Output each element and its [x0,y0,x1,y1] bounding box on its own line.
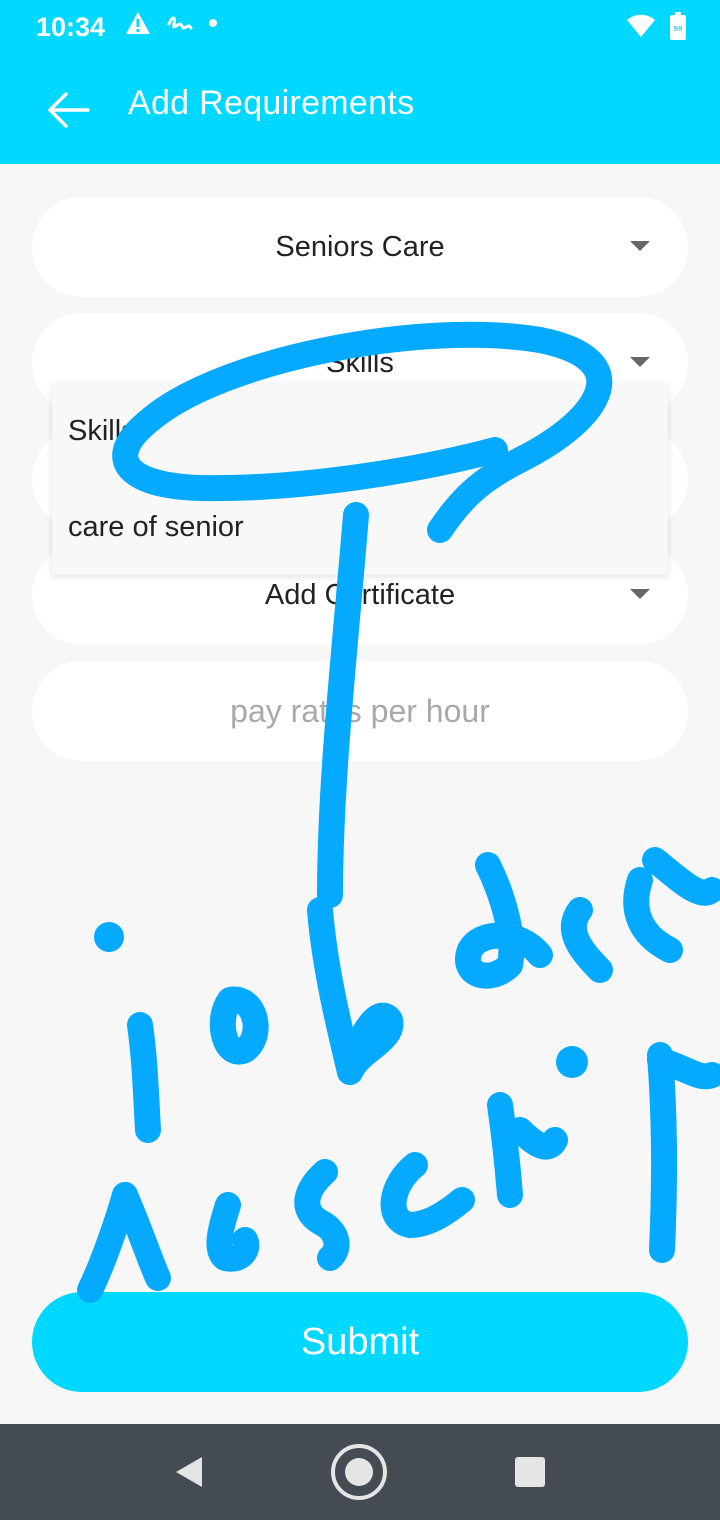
recents-square-icon[interactable] [513,1455,547,1489]
skills-dropdown-menu: Skills care of senior [52,383,668,575]
status-icons-left [124,10,218,36]
wifi-icon [627,14,655,37]
signature-icon [167,16,193,30]
status-icons-right: 98 [626,12,686,40]
skills-dropdown-value: Skills [326,346,394,379]
dot-icon [209,19,217,27]
battery-icon: 98 [670,12,686,40]
chevron-down-icon [630,241,650,251]
status-bar: 10:34 98 [0,0,720,56]
chevron-down-icon [630,357,650,367]
app-bar: Add Requirements [0,56,720,164]
back-arrow-icon [48,92,90,128]
back-triangle-icon[interactable] [170,1454,206,1490]
dropdown-option-care-of-senior[interactable]: care of senior [68,511,244,544]
svg-text:98: 98 [674,25,683,33]
submit-button[interactable]: Submit [32,1292,688,1392]
dropdown-option-skills[interactable]: Skills [68,415,136,448]
warning-icon [126,12,150,34]
service-dropdown[interactable]: Seniors Care [32,197,688,297]
pay-rate-input[interactable]: pay rates per hour [32,661,688,761]
back-button[interactable] [42,84,94,136]
submit-label: Submit [300,1320,420,1363]
chevron-down-icon [630,589,650,599]
system-nav-bar [0,1424,720,1520]
page-title: Add Requirements [128,84,415,122]
pay-rate-placeholder: pay rates per hour [230,692,490,729]
status-time: 10:34 [36,12,106,42]
certificate-dropdown-value: Add Certificate [264,578,456,611]
home-circle-icon[interactable] [330,1443,388,1501]
service-dropdown-value: Seniors Care [275,230,445,263]
